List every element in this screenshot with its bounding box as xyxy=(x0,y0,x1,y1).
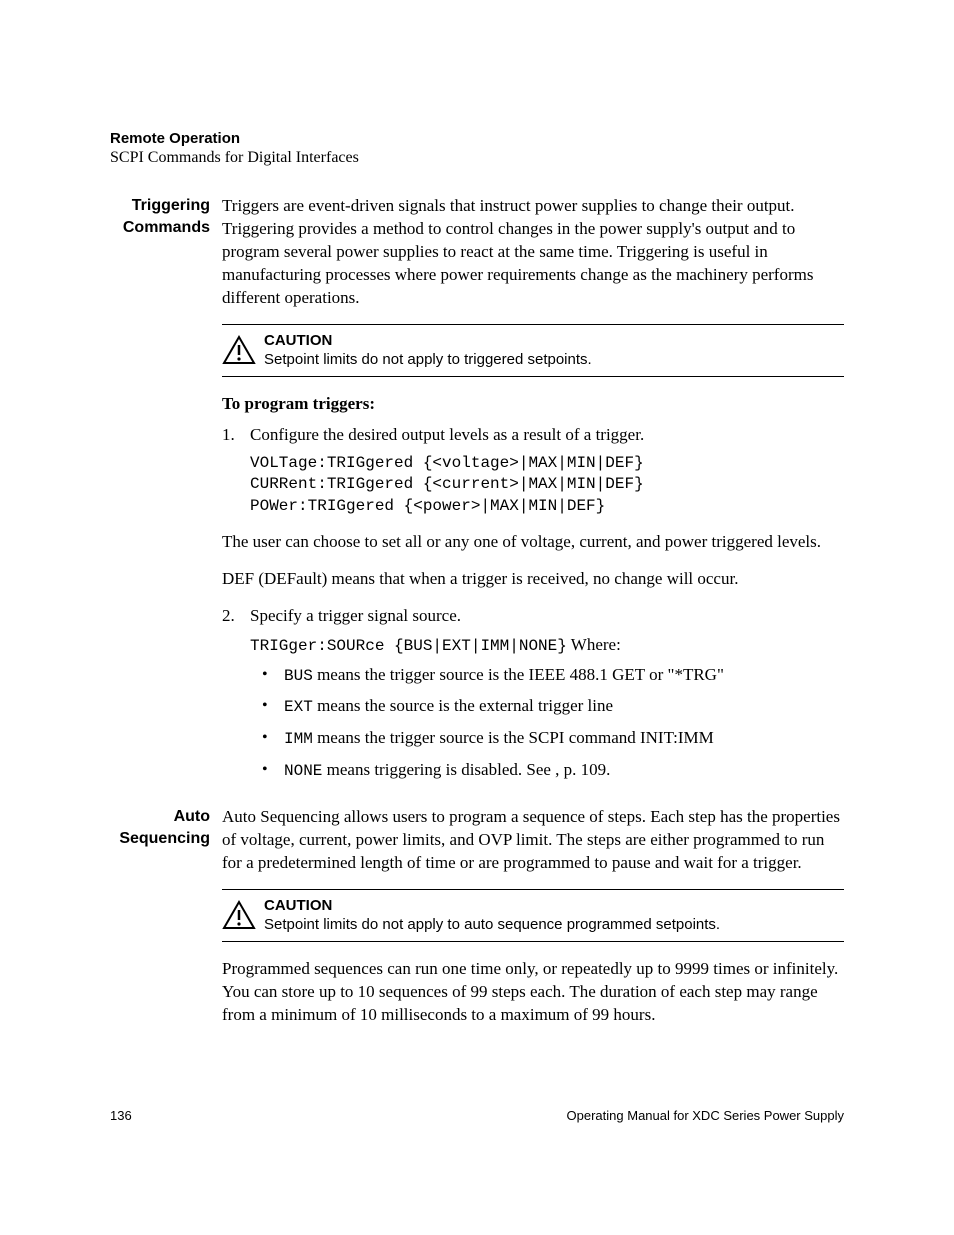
side-label-triggering: Triggering Commands xyxy=(110,195,222,790)
side-label-auto: Auto Sequencing xyxy=(110,806,222,1041)
bullet-list: BUS means the trigger source is the IEEE… xyxy=(262,664,844,782)
caution-text-wrap: CAUTION Setpoint limits do not apply to … xyxy=(264,331,592,370)
caution-text: Setpoint limits do not apply to auto seq… xyxy=(264,915,720,935)
page-number: 136 xyxy=(110,1108,132,1123)
header-title: Remote Operation xyxy=(110,130,844,147)
section-triggering: Triggering Commands Triggers are event-d… xyxy=(110,195,844,790)
side-label-line: Auto xyxy=(174,808,210,825)
warning-triangle-icon xyxy=(222,335,256,365)
code-inline: NONE xyxy=(284,762,322,780)
caution-label: CAUTION xyxy=(264,896,720,916)
step-1: 1. Configure the desired output levels a… xyxy=(222,424,844,447)
caution-box: CAUTION Setpoint limits do not apply to … xyxy=(222,324,844,377)
code-inline: IMM xyxy=(284,730,313,748)
code-inline: EXT xyxy=(284,698,313,716)
page-header: Remote Operation SCPI Commands for Digit… xyxy=(110,130,844,167)
step-text: Specify a trigger signal source. xyxy=(250,605,461,628)
warning-triangle-icon xyxy=(222,900,256,930)
caution-text: Setpoint limits do not apply to triggere… xyxy=(264,350,592,370)
code-inline: BUS xyxy=(284,667,313,685)
page: Remote Operation SCPI Commands for Digit… xyxy=(0,0,954,1235)
side-label-line: Triggering xyxy=(132,197,210,214)
paragraph: DEF (DEFault) means that when a trigger … xyxy=(222,568,844,591)
step-number: 2. xyxy=(222,605,250,628)
code-line-wrap: TRIGger:SOURce {BUS|EXT|IMM|NONE} Where: xyxy=(250,634,844,658)
body-triggering: Triggers are event-driven signals that i… xyxy=(222,195,844,790)
bullet-text: means the source is the external trigger… xyxy=(313,696,613,715)
list-item: BUS means the trigger source is the IEEE… xyxy=(262,664,844,688)
step-number: 1. xyxy=(222,424,250,447)
header-subtitle: SCPI Commands for Digital Interfaces xyxy=(110,149,844,167)
paragraph: Triggers are event-driven signals that i… xyxy=(222,195,844,310)
caution-text-wrap: CAUTION Setpoint limits do not apply to … xyxy=(264,896,720,935)
bullet-text: means triggering is disabled. See , p. 1… xyxy=(322,760,610,779)
bullet-text: means the trigger source is the IEEE 488… xyxy=(313,665,724,684)
body-auto: Auto Sequencing allows users to program … xyxy=(222,806,844,1041)
paragraph: Auto Sequencing allows users to program … xyxy=(222,806,844,875)
footer-title: Operating Manual for XDC Series Power Su… xyxy=(567,1108,844,1123)
bullet-text: means the trigger source is the SCPI com… xyxy=(313,728,714,747)
page-footer: 136 Operating Manual for XDC Series Powe… xyxy=(110,1108,844,1123)
code-block: VOLTage:TRIGgered {<voltage>|MAX|MIN|DEF… xyxy=(250,453,844,518)
code-suffix: Where: xyxy=(567,635,621,654)
list-item: IMM means the trigger source is the SCPI… xyxy=(262,727,844,751)
code-inline: TRIGger:SOURce {BUS|EXT|IMM|NONE} xyxy=(250,637,567,655)
side-label-line: Sequencing xyxy=(119,830,210,847)
subheading: To program triggers: xyxy=(222,393,844,416)
list-item: EXT means the source is the external tri… xyxy=(262,695,844,719)
caution-label: CAUTION xyxy=(264,331,592,351)
section-auto-sequencing: Auto Sequencing Auto Sequencing allows u… xyxy=(110,806,844,1041)
step-2: 2. Specify a trigger signal source. xyxy=(222,605,844,628)
step-text: Configure the desired output levels as a… xyxy=(250,424,644,447)
paragraph: Programmed sequences can run one time on… xyxy=(222,958,844,1027)
caution-box: CAUTION Setpoint limits do not apply to … xyxy=(222,889,844,942)
paragraph: The user can choose to set all or any on… xyxy=(222,531,844,554)
list-item: NONE means triggering is disabled. See ,… xyxy=(262,759,844,783)
side-label-line: Commands xyxy=(123,219,210,236)
